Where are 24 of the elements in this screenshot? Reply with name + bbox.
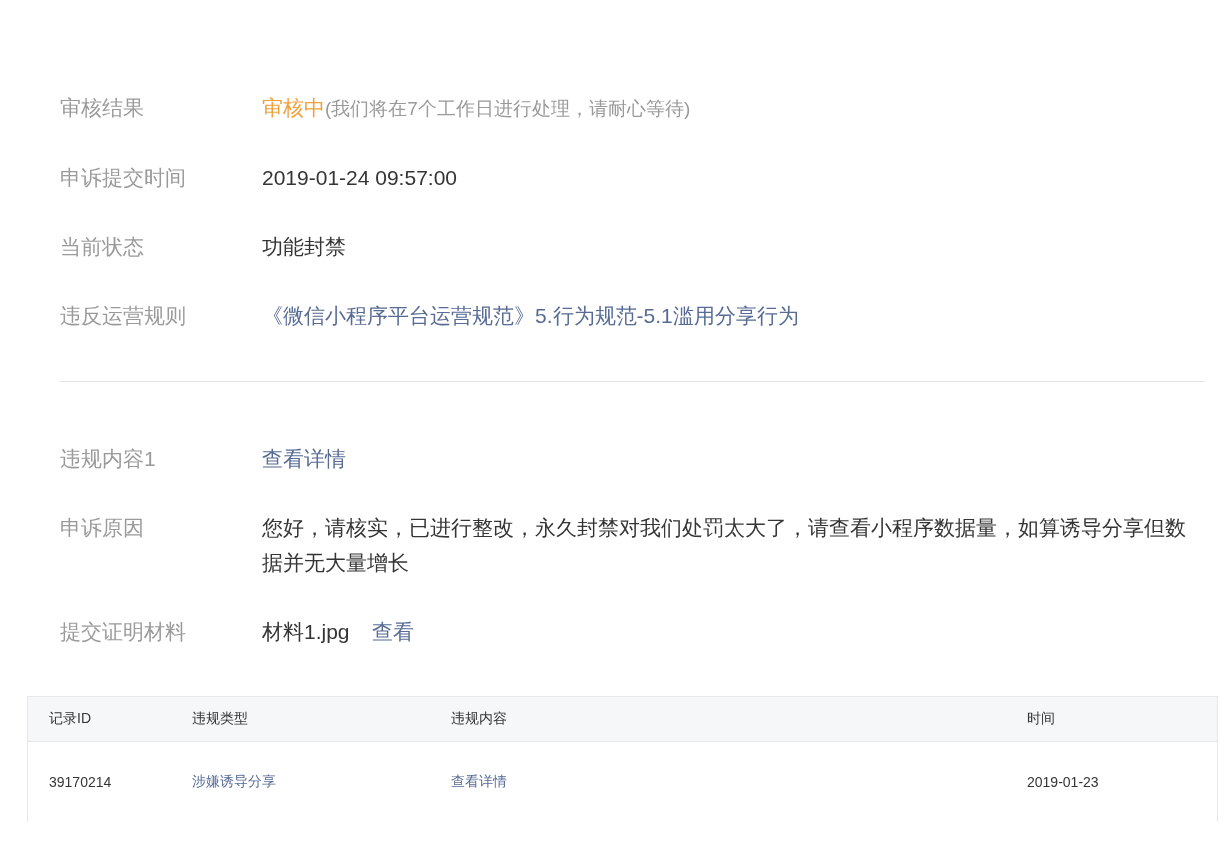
column-header: 记录ID xyxy=(49,710,92,728)
field-label: 申诉原因 xyxy=(60,515,145,541)
column-header: 时间 xyxy=(1027,710,1056,728)
field-label: 提交证明材料 xyxy=(60,619,187,645)
field-label: 违规内容1 xyxy=(60,446,157,472)
field-value: 功能封禁 xyxy=(262,234,347,260)
view-link[interactable]: 查看 xyxy=(371,614,414,649)
field-label: 申诉提交时间 xyxy=(60,165,187,191)
status-note: (我们将在7个工作日进行处理，请耐心等待) xyxy=(325,97,691,121)
field-label: 当前状态 xyxy=(60,234,145,260)
table-link[interactable]: 查看详情 xyxy=(451,773,507,791)
status-text: 审核中 xyxy=(262,95,325,121)
column-header: 违规内容 xyxy=(451,710,508,728)
field-label: 审核结果 xyxy=(60,95,145,121)
table-cell-text: 2019-01-23 xyxy=(1027,774,1100,790)
field-value: 2019-01-24 09:57:00 xyxy=(262,165,458,191)
file-name: 材料1.jpg xyxy=(262,619,350,645)
field-link[interactable]: 《微信小程序平台运营规范》5.行为规范-5.1滥用分享行为 xyxy=(262,298,799,333)
table-cell-text: 39170214 xyxy=(49,774,113,790)
field-value: 您好，请核实，已进行整改，永久封禁对我们处罚太大了，请查看小程序数据量，如算诱导分享但数据并无大量增长 xyxy=(262,515,1187,576)
column-header: 违规类型 xyxy=(192,710,249,728)
field-label: 违反运营规则 xyxy=(60,303,187,329)
table-link[interactable]: 涉嫌诱导分享 xyxy=(192,773,276,791)
field-link[interactable]: 查看详情 xyxy=(262,441,346,476)
